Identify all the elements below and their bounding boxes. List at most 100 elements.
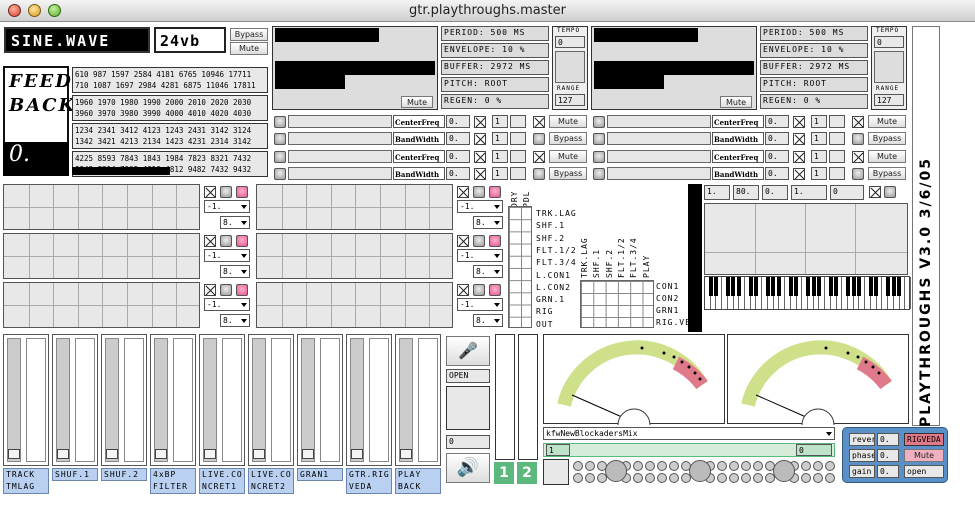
sequencer-active-toggle[interactable] xyxy=(236,284,248,296)
transport-pad[interactable] xyxy=(729,473,739,483)
transport-pad[interactable] xyxy=(741,473,751,483)
speaker-button[interactable]: 🔊 xyxy=(446,453,490,483)
piano-black-key[interactable] xyxy=(897,277,902,296)
bypass-button[interactable]: Bypass xyxy=(230,28,268,41)
sequencer-clear-button[interactable] xyxy=(457,284,469,296)
sequencer-active-toggle[interactable] xyxy=(489,186,501,198)
delay-period-display[interactable]: PERIOD: 500 MS xyxy=(441,26,549,41)
routing-matrix-input[interactable] xyxy=(508,206,532,328)
filter-bypass-toggle[interactable] xyxy=(533,133,545,145)
delay-buffer-display[interactable]: BUFFER: 2972 MS xyxy=(441,60,549,75)
piano-black-key[interactable] xyxy=(834,277,839,296)
transport-pad[interactable] xyxy=(753,461,763,471)
filter-gain[interactable] xyxy=(829,167,845,180)
transport-pad[interactable] xyxy=(585,461,595,471)
fader-knob[interactable] xyxy=(302,449,314,459)
piano-black-key[interactable] xyxy=(857,277,862,296)
filter-clear-button[interactable] xyxy=(474,133,486,145)
transport-dial[interactable] xyxy=(689,460,711,482)
player-start[interactable]: 1 xyxy=(546,444,570,456)
filter-order[interactable]: 1 xyxy=(811,167,827,180)
filter-order[interactable]: 1 xyxy=(811,115,827,128)
fader-knob[interactable] xyxy=(400,449,412,459)
piano-black-key[interactable] xyxy=(708,277,713,296)
routing-matrix-output[interactable] xyxy=(580,280,654,328)
transport-pad[interactable] xyxy=(657,473,667,483)
transport-pad[interactable] xyxy=(729,461,739,471)
keyboard-param-value[interactable]: 0 xyxy=(830,185,864,200)
transport-pad[interactable] xyxy=(813,461,823,471)
output-2-button[interactable]: 2 xyxy=(517,462,537,484)
step-sequencer[interactable] xyxy=(3,282,200,328)
sequencer-direction-select[interactable]: -1. xyxy=(204,200,250,213)
piano-black-key[interactable] xyxy=(725,277,730,296)
filter-toggle[interactable] xyxy=(593,151,605,163)
transport-pad[interactable] xyxy=(801,461,811,471)
filter-toggle[interactable] xyxy=(593,116,605,128)
filter-mute-button[interactable]: Mute xyxy=(868,115,906,128)
transport-pad[interactable] xyxy=(717,473,727,483)
filter-x-button[interactable] xyxy=(533,151,545,163)
transport-pad[interactable] xyxy=(753,473,763,483)
filter-slider[interactable] xyxy=(607,132,711,145)
filter-value[interactable]: 0. xyxy=(765,115,789,128)
sequencer-direction-select[interactable]: -1. xyxy=(457,200,503,213)
transport-pad[interactable] xyxy=(741,461,751,471)
delay-period-display[interactable]: PERIOD: 500 MS xyxy=(760,26,868,41)
sequencer-active-toggle[interactable] xyxy=(236,235,248,247)
filter-slider[interactable] xyxy=(607,167,711,180)
sequencer-active-toggle[interactable] xyxy=(236,186,248,198)
fader-knob[interactable] xyxy=(253,449,265,459)
sequencer-active-toggle[interactable] xyxy=(489,284,501,296)
filter-order[interactable]: 1 xyxy=(811,132,827,145)
delay-mute-button[interactable]: Mute xyxy=(401,96,433,108)
piano-black-key[interactable] xyxy=(788,277,793,296)
transport-pad[interactable] xyxy=(645,473,655,483)
transport-pad[interactable] xyxy=(573,473,583,483)
keyboard-param-value[interactable]: 1. xyxy=(791,185,827,200)
sequencer-direction-select[interactable]: -1. xyxy=(457,298,503,311)
filter-value[interactable]: 0. xyxy=(446,150,470,163)
fader-knob[interactable] xyxy=(57,449,69,459)
sequencer-steps-select[interactable]: 8. xyxy=(220,265,250,278)
piano-black-key[interactable] xyxy=(868,277,873,296)
sequencer-toggle[interactable] xyxy=(473,284,485,296)
filter-gain[interactable] xyxy=(829,115,845,128)
mic-button[interactable]: 🎤 xyxy=(446,336,490,366)
step-sequencer[interactable] xyxy=(3,184,200,230)
transport-dial[interactable] xyxy=(773,460,795,482)
tempo-pad[interactable] xyxy=(555,51,585,83)
mute-button[interactable]: Mute xyxy=(230,42,268,55)
rigveda-open-button[interactable]: open xyxy=(904,465,944,478)
filter-toggle[interactable] xyxy=(274,151,286,163)
sequencer-clear-button[interactable] xyxy=(204,186,216,198)
filter-order[interactable]: 1 xyxy=(492,150,508,163)
keyboard-toggle[interactable] xyxy=(884,186,896,198)
mic-open-label[interactable]: OPEN xyxy=(446,369,490,383)
piano-black-key[interactable] xyxy=(828,277,833,296)
channel-fader[interactable] xyxy=(199,334,245,466)
mic-value[interactable]: 0 xyxy=(446,435,490,449)
filter-bypass-toggle[interactable] xyxy=(852,133,864,145)
sequencer-toggle[interactable] xyxy=(473,186,485,198)
transport-pad[interactable] xyxy=(813,473,823,483)
filter-clear-button[interactable] xyxy=(474,168,486,180)
transport-dial[interactable] xyxy=(605,460,627,482)
filter-toggle[interactable] xyxy=(593,168,605,180)
transport-pad[interactable] xyxy=(717,461,727,471)
number-sequence-box[interactable]: 610 987 1597 2584 4181 6765 10946 17711 7… xyxy=(72,67,268,93)
tempo-value[interactable]: 0 xyxy=(874,36,904,48)
filter-value[interactable]: 0. xyxy=(765,167,789,180)
fader-knob[interactable] xyxy=(106,449,118,459)
channel-fader[interactable] xyxy=(297,334,343,466)
filter-bypass-toggle[interactable] xyxy=(533,168,545,180)
sequencer-clear-button[interactable] xyxy=(457,186,469,198)
filter-toggle[interactable] xyxy=(274,133,286,145)
filter-mute-button[interactable]: Mute xyxy=(868,150,906,163)
filter-gain[interactable] xyxy=(829,150,845,163)
player-file-select[interactable]: kfwNewBlockadersMix xyxy=(543,427,835,440)
sequencer-clear-button[interactable] xyxy=(457,235,469,247)
sequencer-direction-select[interactable]: -1. xyxy=(204,298,250,311)
transport-pad[interactable] xyxy=(825,461,835,471)
filter-order[interactable]: 1 xyxy=(492,132,508,145)
